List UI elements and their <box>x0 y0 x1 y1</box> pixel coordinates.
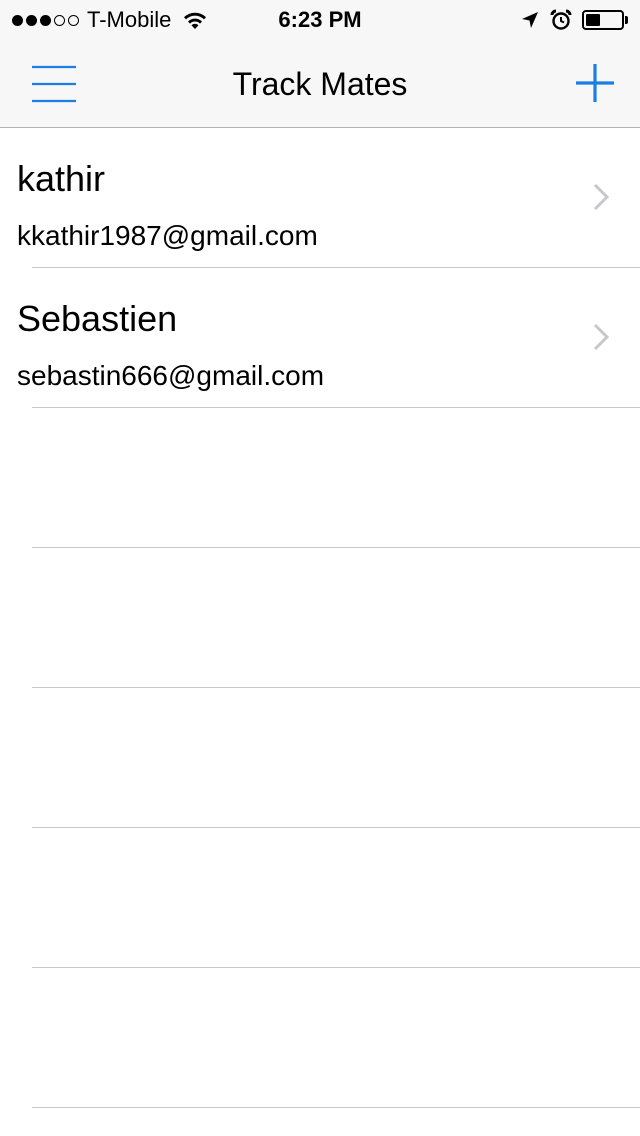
battery-indicator <box>582 10 628 30</box>
battery-icon <box>582 10 624 30</box>
battery-tip <box>625 16 628 24</box>
chevron-right-icon <box>593 323 610 351</box>
contact-name: kathir <box>17 158 106 199</box>
empty-row <box>0 408 640 548</box>
contact-name: Sebastien <box>17 298 178 339</box>
contact-email: sebastin666@gmail.com <box>17 360 325 391</box>
chevron-right-icon <box>593 183 610 211</box>
location-arrow-icon <box>522 12 538 28</box>
empty-row <box>0 688 640 828</box>
contact-row[interactable]: kathir kkathir1987@gmail.com <box>0 128 640 268</box>
empty-row <box>0 968 640 1108</box>
navigation-bar: Track Mates <box>0 40 640 128</box>
battery-level-fill <box>586 14 600 26</box>
page-title: Track Mates <box>232 66 408 102</box>
contact-row[interactable]: Sebastien sebastin666@gmail.com <box>0 268 640 408</box>
empty-row <box>0 828 640 968</box>
alarm-icon <box>550 9 572 30</box>
contact-email: kkathir1987@gmail.com <box>17 220 318 251</box>
empty-row <box>0 548 640 688</box>
contacts-table: kathir kkathir1987@gmail.com Sebastien s… <box>0 128 640 1108</box>
status-bar: T-Mobile 6:23 PM <box>0 0 640 40</box>
plus-icon[interactable] <box>570 58 620 108</box>
status-bar-right <box>520 0 628 40</box>
